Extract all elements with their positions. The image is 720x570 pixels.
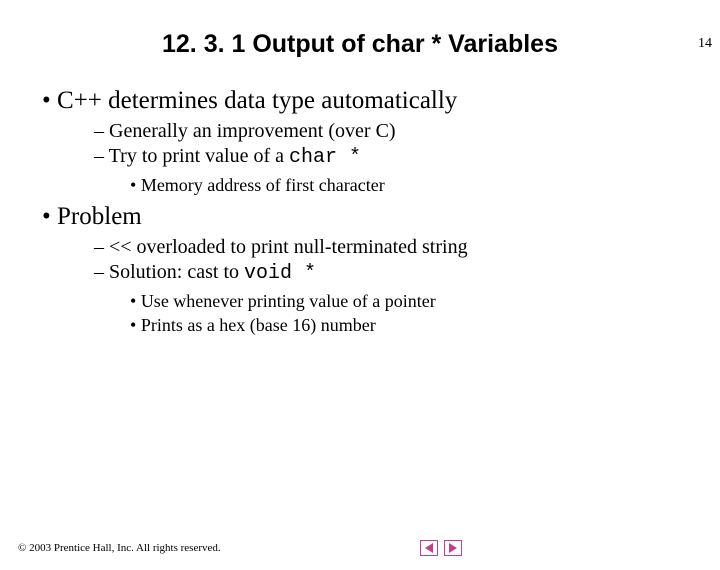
bullet-text: Memory address of first character (141, 175, 385, 195)
bullet-text: Try to print value of a (109, 145, 289, 167)
bullet-l3: Memory address of first character (130, 174, 690, 197)
bullet-l2: Generally an improvement (over C) (94, 119, 690, 144)
bullet-l1: Problem << overloaded to print null-term… (42, 203, 690, 337)
arrow-left-icon (425, 543, 433, 553)
bullet-text: C++ determines data type automatically (57, 87, 457, 114)
bullet-text: Generally an improvement (over C) (109, 120, 396, 142)
bullet-l1: C++ determines data type automatically G… (42, 87, 690, 197)
bullet-text: << overloaded to print null-terminated s… (109, 236, 468, 258)
bullet-l2: Try to print value of a char * Memory ad… (94, 144, 690, 197)
slide-title: 12. 3. 1 Output of char * Variables (0, 30, 720, 59)
bullet-text: Use whenever printing value of a pointer (141, 291, 436, 311)
arrow-right-icon (449, 543, 457, 553)
bullet-l2: << overloaded to print null-terminated s… (94, 235, 690, 260)
bullet-l3: Prints as a hex (base 16) number (130, 314, 690, 337)
prev-button[interactable] (420, 540, 438, 556)
slide-content: C++ determines data type automatically G… (0, 87, 720, 337)
code-text: char * (289, 146, 361, 169)
bullet-l2: Solution: cast to void * Use whenever pr… (94, 260, 690, 337)
copyright-text: © 2003 Prentice Hall, Inc. All rights re… (18, 542, 221, 554)
page-number: 14 (698, 36, 712, 52)
next-button[interactable] (444, 540, 462, 556)
nav-arrows (420, 540, 462, 556)
code-text: void * (244, 262, 316, 285)
footer: © 2003 Prentice Hall, Inc. All rights re… (18, 540, 702, 556)
bullet-text: Problem (57, 203, 142, 230)
bullet-text: Prints as a hex (base 16) number (141, 315, 376, 335)
bullet-l3: Use whenever printing value of a pointer (130, 290, 690, 313)
bullet-text: Solution: cast to (109, 261, 244, 283)
